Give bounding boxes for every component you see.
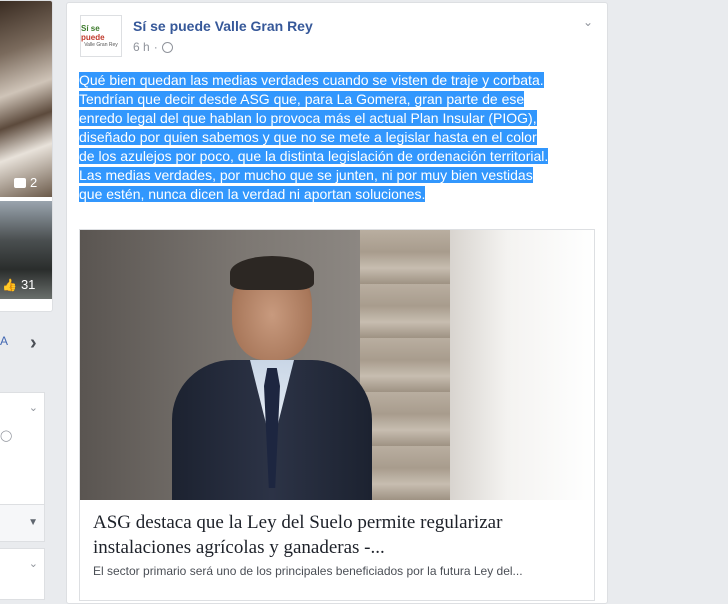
post-text-line: que estén, nunca dicen la verdad ni apor… <box>79 186 426 202</box>
link-description: El sector primario será uno de los princ… <box>93 564 523 578</box>
link-preview[interactable]: ASG destaca que la Ley del Suelo permite… <box>79 229 595 601</box>
comment-count: 2 <box>14 175 37 190</box>
page-avatar[interactable]: Sí se puede Valle Gran Rey <box>80 15 122 57</box>
side-card: ⌄ ◯ ▼ <box>0 392 45 542</box>
post-text: Qué bien quedan las medias verdades cuan… <box>79 71 595 204</box>
comment-icon <box>14 177 26 188</box>
post-card: Sí se puede Valle Gran Rey Sí se puede V… <box>66 2 608 604</box>
photo-thumbnail[interactable] <box>0 1 52 197</box>
side-card: ⌄ <box>0 548 45 600</box>
avatar-text: Sí se <box>81 23 100 33</box>
post-text-line: enredo legal del que hablan lo provoca m… <box>79 110 537 126</box>
card-footer: ▼ <box>0 504 44 541</box>
partial-link[interactable]: A <box>0 334 8 348</box>
chevron-down-icon[interactable]: ⌄ <box>29 557 38 570</box>
chevron-down-icon[interactable]: ⌄ <box>29 401 38 414</box>
post-text-line: de los azulejos por poco, que la distint… <box>79 148 549 164</box>
globe-icon <box>161 41 173 53</box>
post-text-line: Qué bien quedan las medias verdades cuan… <box>79 72 544 88</box>
like-count: 👍 31 <box>2 277 36 292</box>
avatar-subtext: Valle Gran Rey <box>84 41 118 48</box>
left-column: 2 👍 31 A › ⌄ ◯ ▼ ⌄ <box>0 0 53 600</box>
post-meta: 6 h · <box>133 40 173 54</box>
post-time[interactable]: 6 h <box>133 40 150 54</box>
thumbs-up-icon: 👍 <box>2 277 17 292</box>
post-text-line: Tendrían que decir desde ASG que, para L… <box>79 91 525 107</box>
post-options-chevron-icon[interactable]: ⌄ <box>583 15 593 29</box>
photo-card: 2 👍 31 <box>0 0 53 312</box>
link-preview-image[interactable] <box>80 230 594 500</box>
dropdown-icon[interactable]: ▼ <box>28 517 38 528</box>
chevron-right-icon[interactable]: › <box>30 332 37 355</box>
globe-icon: ◯ <box>0 430 13 442</box>
avatar-text: puede <box>81 32 105 42</box>
post-text-line: Las medias verdades, por mucho que se ju… <box>79 167 533 183</box>
link-title[interactable]: ASG destaca que la Ley del Suelo permite… <box>93 510 583 560</box>
page-name-link[interactable]: Sí se puede Valle Gran Rey <box>133 18 313 34</box>
post-text-line: diseñado por quien sabemos y que no se m… <box>79 129 537 145</box>
